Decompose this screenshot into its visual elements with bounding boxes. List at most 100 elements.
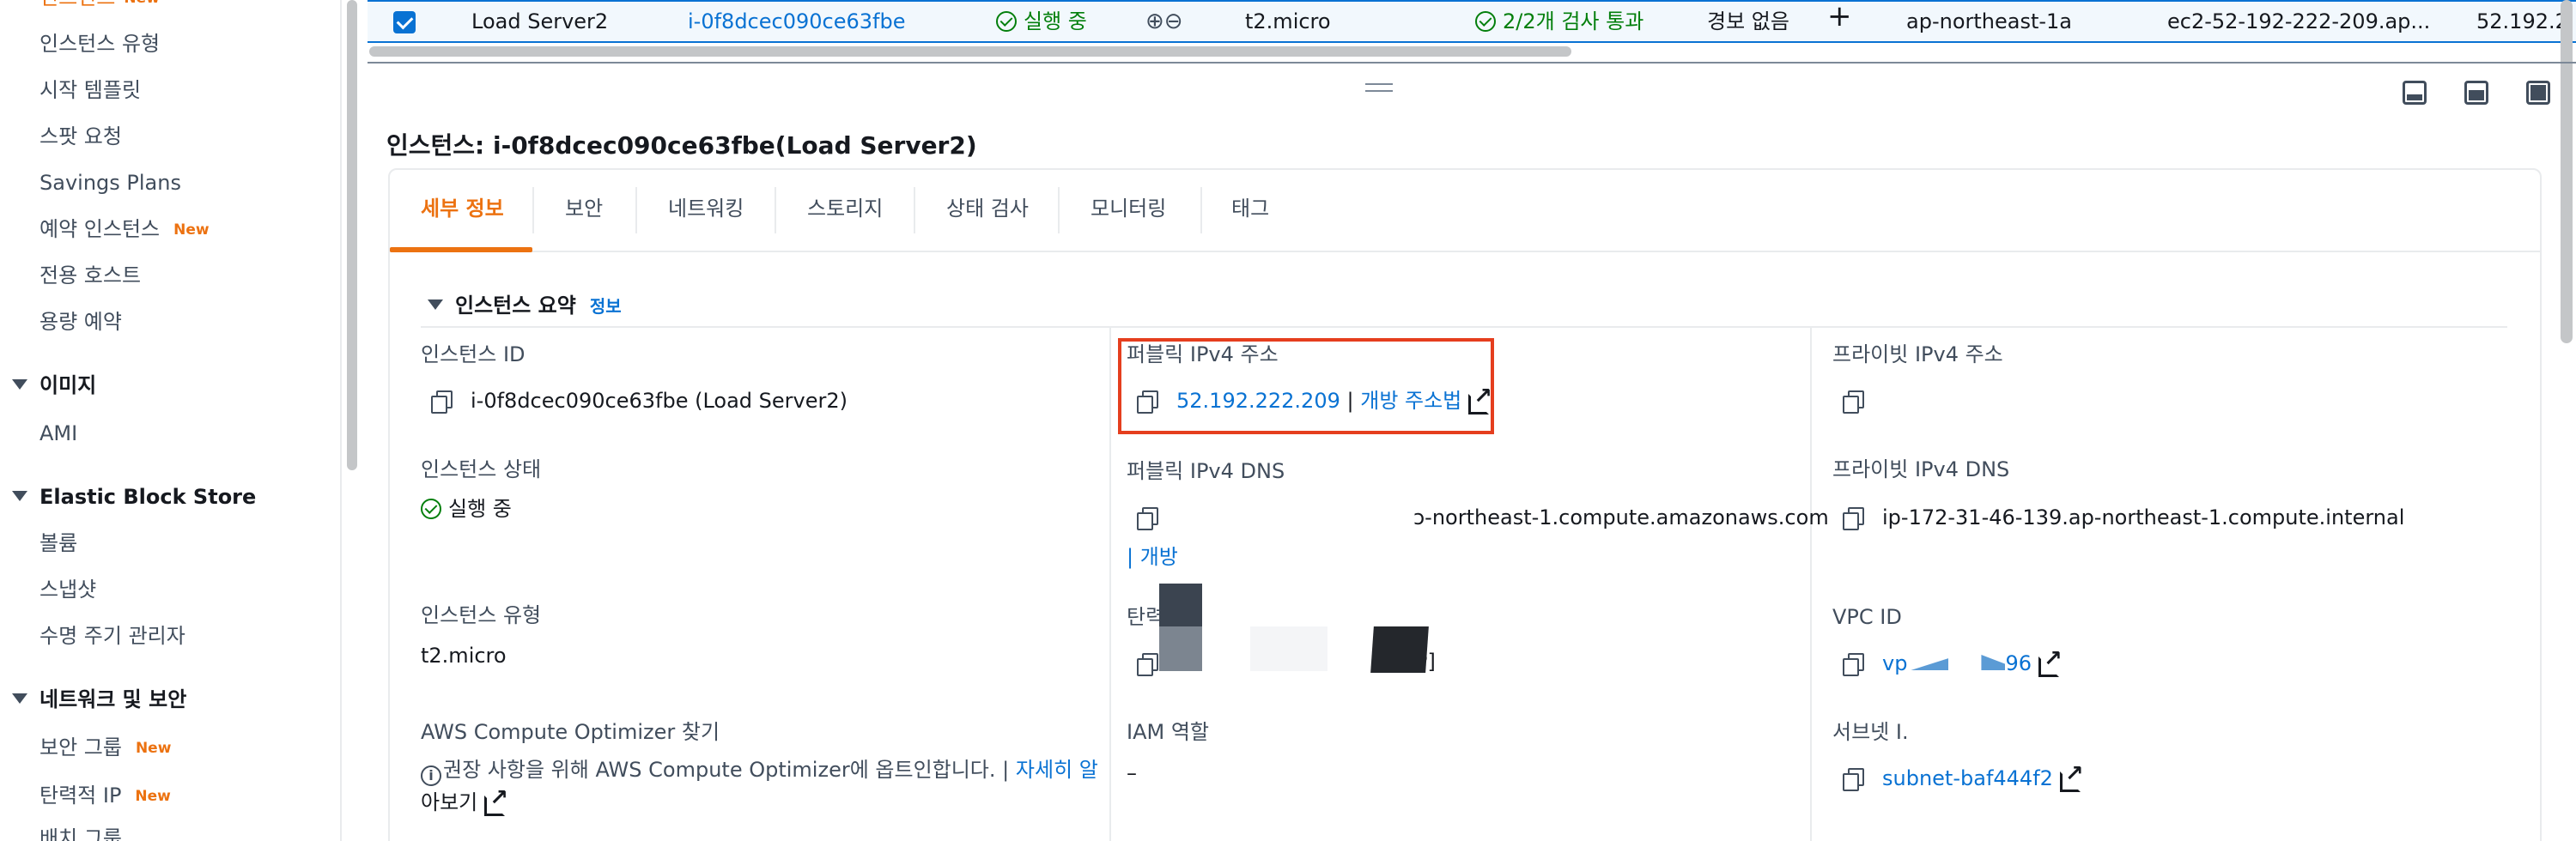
sidebar-item-ami[interactable]: AMI <box>39 420 77 446</box>
subnet-id-label: 서브넷 I. <box>1832 720 1909 744</box>
new-badge: New <box>135 788 171 805</box>
external-link-icon <box>2038 646 2063 677</box>
caret-down-icon <box>12 693 27 704</box>
sidebar-item-elastic-ips[interactable]: 탄력적 IP New <box>39 783 171 809</box>
cell-public-ip: 52.192.2 <box>2476 9 2568 33</box>
row-checkbox[interactable] <box>393 11 416 33</box>
new-badge: New <box>173 221 210 239</box>
redaction-block <box>1159 626 1202 671</box>
cell-public-dns: ec2-52-192-222-209.ap... <box>2167 9 2431 33</box>
info-circle-icon: i <box>421 765 441 786</box>
copy-icon[interactable] <box>1843 507 1864 530</box>
copy-icon[interactable] <box>1843 390 1864 414</box>
tab-separator <box>775 187 776 233</box>
zoom-icons[interactable]: ⊕⊖ <box>1145 9 1183 34</box>
table-horizontal-scrollbar[interactable] <box>369 46 1571 57</box>
sidebar-item-dedicated-hosts[interactable]: 전용 호스트 <box>39 263 141 288</box>
highlight-box <box>1118 338 1494 434</box>
redaction-block <box>1250 626 1327 671</box>
cell-name: Load Server2 <box>471 9 609 33</box>
vpc-id-value[interactable]: vp 96 <box>1843 646 2063 677</box>
learn-more-link[interactable]: 자세히 알 <box>1016 758 1098 782</box>
sidebar-item-capacity-reservations[interactable]: 용량 예약 <box>39 309 122 335</box>
optimizer-label: AWS Compute Optimizer 찾기 <box>421 720 720 744</box>
tab-separator <box>1200 187 1202 233</box>
tab-monitoring[interactable]: 모니터링 <box>1091 196 1166 221</box>
drag-handle-icon[interactable] <box>1365 83 1393 92</box>
tab-separator <box>914 187 915 233</box>
learn-more-link-cont[interactable]: 아보기 <box>421 785 508 816</box>
tab-storage[interactable]: 스토리지 <box>807 196 883 221</box>
sidebar-item-instances-partial[interactable]: 인스턴스New <box>39 0 160 11</box>
sidebar-item-volumes[interactable]: 볼륨 <box>39 530 77 556</box>
new-badge: New <box>135 740 172 757</box>
external-link-icon <box>2059 761 2084 792</box>
page-scrollbar[interactable] <box>2561 0 2573 343</box>
sidebar-item-reserved-instances[interactable]: 예약 인스턴스 New <box>39 216 210 243</box>
tab-tags[interactable]: 태그 <box>1231 196 1269 221</box>
public-dns-value: ɔ-northeast-1.compute.amazonaws.com <box>1137 505 1829 530</box>
iam-role-label: IAM 역할 <box>1127 720 1209 744</box>
caret-down-icon <box>12 379 27 390</box>
cell-az: ap-northeast-1a <box>1906 9 2073 33</box>
copy-icon[interactable] <box>1843 768 1864 791</box>
sidebar-item-spot-requests[interactable]: 스팟 요청 <box>39 124 122 149</box>
caret-down-icon <box>428 299 443 310</box>
instance-state-label: 인스턴스 상태 <box>421 457 542 481</box>
tab-details[interactable]: 세부 정보 <box>421 196 504 221</box>
column-divider <box>1810 326 1812 841</box>
cell-state: 실행 중 <box>996 9 1087 34</box>
sidebar-item-snapshots[interactable]: 스냅샷 <box>39 577 96 602</box>
sidebar-section-ebs[interactable]: Elastic Block Store <box>12 484 256 510</box>
info-link[interactable]: 정보 <box>590 296 622 317</box>
private-ipv4-label: 프라이빗 IPv4 주소 <box>1832 342 2003 366</box>
copy-icon[interactable] <box>1137 507 1158 530</box>
external-link-icon <box>484 785 508 816</box>
sidebar-item-savings-plans[interactable]: Savings Plans <box>39 170 181 196</box>
copy-icon[interactable] <box>1843 653 1864 676</box>
tab-networking[interactable]: 네트워킹 <box>668 196 744 221</box>
public-dns-label: 퍼블릭 IPv4 DNS <box>1127 459 1285 483</box>
sidebar-scrollbar[interactable] <box>347 0 357 470</box>
tab-security[interactable]: 보안 <box>565 196 603 221</box>
zoom-out-icon[interactable]: ⊖ <box>1164 9 1183 34</box>
tab-status-checks[interactable]: 상태 검사 <box>946 196 1029 221</box>
panel-bottom-icon[interactable] <box>2403 81 2427 105</box>
cell-instance-type: t2.micro <box>1245 9 1331 33</box>
cell-instance-id[interactable]: i-0f8dcec090ce63fbe <box>688 9 905 34</box>
page-title: 인스턴스: i-0f8dcec090ce63fbe(Load Server2) <box>386 131 977 160</box>
sidebar-section-images[interactable]: 이미지 <box>12 372 96 398</box>
optimizer-text: i 권장 사항을 위해 AWS Compute Optimizer에 옵트인합니다… <box>421 757 1098 786</box>
sidebar-item-label: 보안 그룹 <box>39 735 122 759</box>
sidebar-item-security-groups[interactable]: 보안 그룹 New <box>39 735 171 761</box>
summary-divider <box>421 326 2507 328</box>
panel-split-icon[interactable] <box>2464 81 2488 105</box>
copy-icon[interactable] <box>1137 653 1158 676</box>
table-row[interactable]: Load Server2 i-0f8dcec090ce63fbe 실행 중 ⊕⊖… <box>368 0 2576 43</box>
instance-type-label: 인스턴스 유형 <box>421 603 542 627</box>
tab-separator <box>635 187 637 233</box>
sidebar-item-launch-templates[interactable]: 시작 템플릿 <box>39 77 141 103</box>
summary-header[interactable]: 인스턴스 요약 정보 <box>428 288 622 318</box>
cell-alarm: 경보 없음 <box>1707 9 1789 33</box>
private-dns-value: ip-172-31-46-139.ap-northeast-1.compute.… <box>1843 505 2404 530</box>
vpc-id-label: VPC ID <box>1832 605 1902 629</box>
tab-separator <box>1058 187 1060 233</box>
active-tab-indicator <box>390 247 532 252</box>
subnet-id-value[interactable]: subnet-baf444f2 <box>1843 761 2084 792</box>
public-dns-open[interactable]: | 개방 <box>1127 544 1178 570</box>
check-circle-icon <box>1475 11 1496 32</box>
instance-id-value: i-0f8dcec090ce63fbe (Load Server2) <box>431 388 848 414</box>
sidebar-item-instance-types[interactable]: 인스턴스 유형 <box>39 31 160 57</box>
sidebar-item-lifecycle-manager[interactable]: 수명 주기 관리자 <box>39 623 185 649</box>
sidebar: 인스턴스New 인스턴스 유형 시작 템플릿 스팟 요청 Savings Pla… <box>0 0 342 841</box>
sidebar-section-network-security[interactable]: 네트워크 및 보안 <box>12 687 186 712</box>
panel-full-icon[interactable] <box>2526 81 2550 105</box>
copy-icon[interactable] <box>431 390 453 414</box>
add-alarm-plus-icon[interactable]: + <box>1827 2 1852 31</box>
zoom-in-icon[interactable]: ⊕ <box>1145 9 1164 34</box>
sidebar-item-placement-groups-partial[interactable]: 배치 그룹 <box>39 826 122 841</box>
private-dns-label: 프라이빗 IPv4 DNS <box>1832 457 2010 481</box>
instance-id-label: 인스턴스 ID <box>421 342 526 366</box>
check-circle-icon <box>421 499 441 519</box>
